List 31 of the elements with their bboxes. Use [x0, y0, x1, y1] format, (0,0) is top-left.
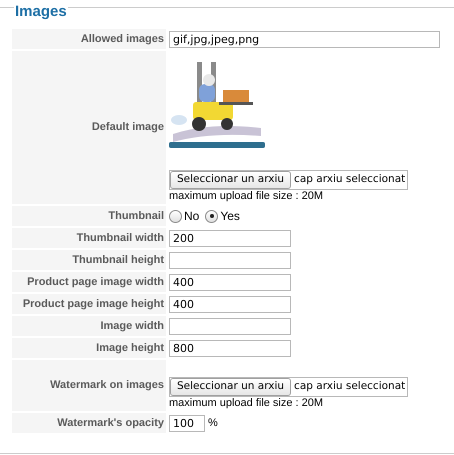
text-field[interactable] [169, 252, 291, 268]
text-field[interactable]: 800 [169, 340, 291, 356]
text-field[interactable]: 400 [169, 296, 291, 312]
field-label: Thumbnail [108, 208, 164, 224]
field-label: Thumbnail height [72, 252, 164, 268]
section-legend: Images [14, 3, 68, 20]
text-field[interactable]: gif,jpg,jpeg,png [169, 30, 440, 48]
radio-option[interactable]: Yes [205, 207, 240, 225]
field-label: Watermark's opacity [57, 416, 164, 431]
field-label: Thumbnail width [76, 230, 164, 246]
file-input[interactable]: Seleccionar un arxiu cap arxiu seleccionat [169, 170, 408, 190]
file-status: cap arxiu seleccionat [294, 379, 406, 394]
text-field[interactable]: 400 [169, 274, 291, 290]
choose-file-button[interactable]: Seleccionar un arxiu [170, 378, 292, 396]
text-field[interactable]: 200 [169, 230, 291, 246]
choose-file-button[interactable]: Seleccionar un arxiu [170, 171, 292, 189]
upload-size-note: maximum upload file size : 20M [169, 190, 324, 203]
text-field[interactable]: 100 [169, 414, 205, 432]
field-label: Image height [96, 340, 164, 356]
file-status: cap arxiu seleccionat [294, 172, 406, 188]
field-label: Watermark on images [50, 378, 164, 394]
field-label: Default image [92, 120, 164, 136]
upload-size-note: maximum upload file size : 20M [169, 397, 324, 410]
field-label: Image width [100, 318, 164, 334]
file-input[interactable]: Seleccionar un arxiu cap arxiu seleccionat [169, 377, 408, 397]
field-label: Allowed images [80, 32, 164, 47]
radio-option[interactable]: No [169, 207, 200, 225]
field-label: Product page image width [27, 274, 164, 290]
text-field[interactable] [169, 318, 291, 334]
field-label: Product page image height [22, 296, 164, 312]
percent-sign: % [208, 416, 218, 431]
